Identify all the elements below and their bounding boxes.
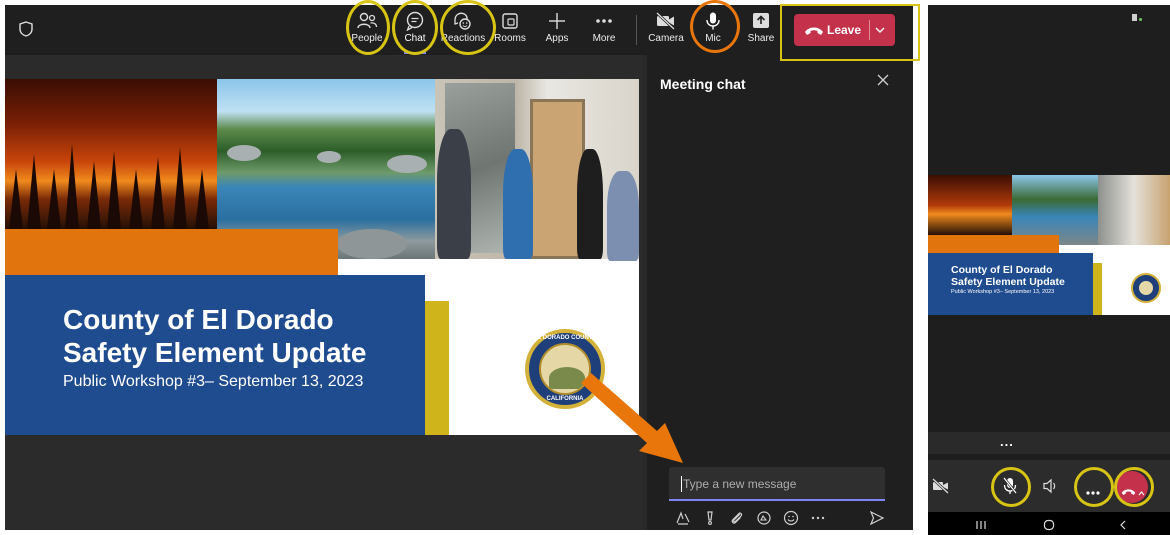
camera-label: Camera	[648, 33, 684, 44]
status-bar	[928, 5, 1170, 31]
speaker-icon[interactable]	[1042, 478, 1060, 499]
back-icon[interactable]	[1117, 518, 1129, 535]
signal-dot-icon	[1139, 18, 1142, 21]
priority-icon[interactable]	[702, 510, 718, 530]
loop-icon[interactable]	[756, 510, 772, 530]
plus-icon	[533, 11, 581, 31]
slide-title-line2: Safety Element Update	[63, 337, 367, 368]
more-actions-bar[interactable]: ...	[928, 432, 1170, 454]
toolbar-divider	[636, 15, 637, 45]
message-input[interactable]: Type a new message	[669, 467, 885, 501]
mobile-meeting-window: County of El Dorado Safety Element Updat…	[928, 5, 1170, 535]
highlight-leave	[780, 4, 920, 61]
orange-band	[5, 229, 338, 275]
camera-off-icon[interactable]	[932, 478, 950, 499]
more-button[interactable]: More	[580, 9, 628, 51]
mobile-slide-subtitle: Public Workshop #3– September 13, 2023	[951, 289, 1055, 295]
mobile-slide-title-line1: County of El Dorado	[951, 264, 1053, 276]
highlight-mobile-mic	[991, 467, 1031, 507]
yellow-accent	[425, 301, 449, 435]
mobile-orange-band	[928, 235, 1059, 253]
close-icon[interactable]	[876, 73, 890, 92]
share-button[interactable]: Share	[737, 9, 785, 51]
slide-title-line1: County of El Dorado	[63, 304, 334, 335]
home-icon[interactable]	[1043, 518, 1055, 535]
mobile-workshop-photo	[1098, 175, 1170, 245]
mobile-slide-title-line2: Safety Element Update	[951, 276, 1065, 288]
text-caret	[681, 476, 682, 492]
chat-panel-title: Meeting chat	[660, 76, 746, 92]
attach-icon[interactable]	[729, 510, 745, 530]
presentation-slide: County of El Dorado Safety Element Updat…	[5, 79, 639, 435]
more-label: More	[592, 33, 616, 44]
emoji-icon[interactable]	[783, 510, 799, 530]
more-dots-icon	[580, 11, 628, 31]
highlight-mic	[690, 0, 740, 53]
camera-button[interactable]: Camera	[642, 9, 690, 51]
mobile-yellow-accent	[1093, 263, 1102, 315]
battery-icon	[1132, 14, 1137, 21]
more-options-icon[interactable]	[810, 510, 826, 530]
highlight-mobile-leave	[1114, 467, 1154, 507]
share-screen-icon	[737, 11, 785, 31]
message-placeholder: Type a new message	[683, 477, 797, 491]
mobile-county-seal-logo	[1131, 273, 1161, 303]
arrow-to-chat-input-icon	[575, 373, 690, 473]
recent-apps-icon[interactable]	[975, 518, 987, 535]
wildfire-photo	[5, 79, 217, 229]
send-icon[interactable]	[869, 510, 885, 530]
compose-toolbar	[675, 510, 885, 530]
highlight-mobile-more	[1074, 467, 1114, 507]
apps-label: Apps	[545, 33, 569, 44]
share-label: Share	[747, 33, 775, 44]
mobile-wildfire-photo	[928, 175, 1012, 235]
highlight-chat	[392, 0, 438, 55]
format-icon[interactable]	[675, 510, 691, 530]
mobile-presentation-slide: County of El Dorado Safety Element Updat…	[928, 175, 1170, 315]
android-nav-bar	[928, 512, 1170, 535]
shared-content-stage: County of El Dorado Safety Element Updat…	[5, 55, 642, 530]
shield-icon	[19, 21, 33, 42]
highlight-reactions	[440, 0, 496, 55]
seal-top-text: EL DORADO COUNTY	[533, 335, 597, 341]
desktop-meeting-window: People Chat Reactions Rooms Apps More Ca…	[5, 5, 913, 530]
highlight-people	[346, 0, 390, 55]
workshop-photo	[435, 79, 639, 261]
apps-button[interactable]: Apps	[533, 9, 581, 51]
more-actions-label: ...	[1000, 434, 1014, 449]
slide-subtitle: Public Workshop #3– September 13, 2023	[63, 373, 364, 390]
camera-off-icon	[642, 11, 690, 31]
screenshot-collage: People Chat Reactions Rooms Apps More Ca…	[0, 0, 1170, 535]
